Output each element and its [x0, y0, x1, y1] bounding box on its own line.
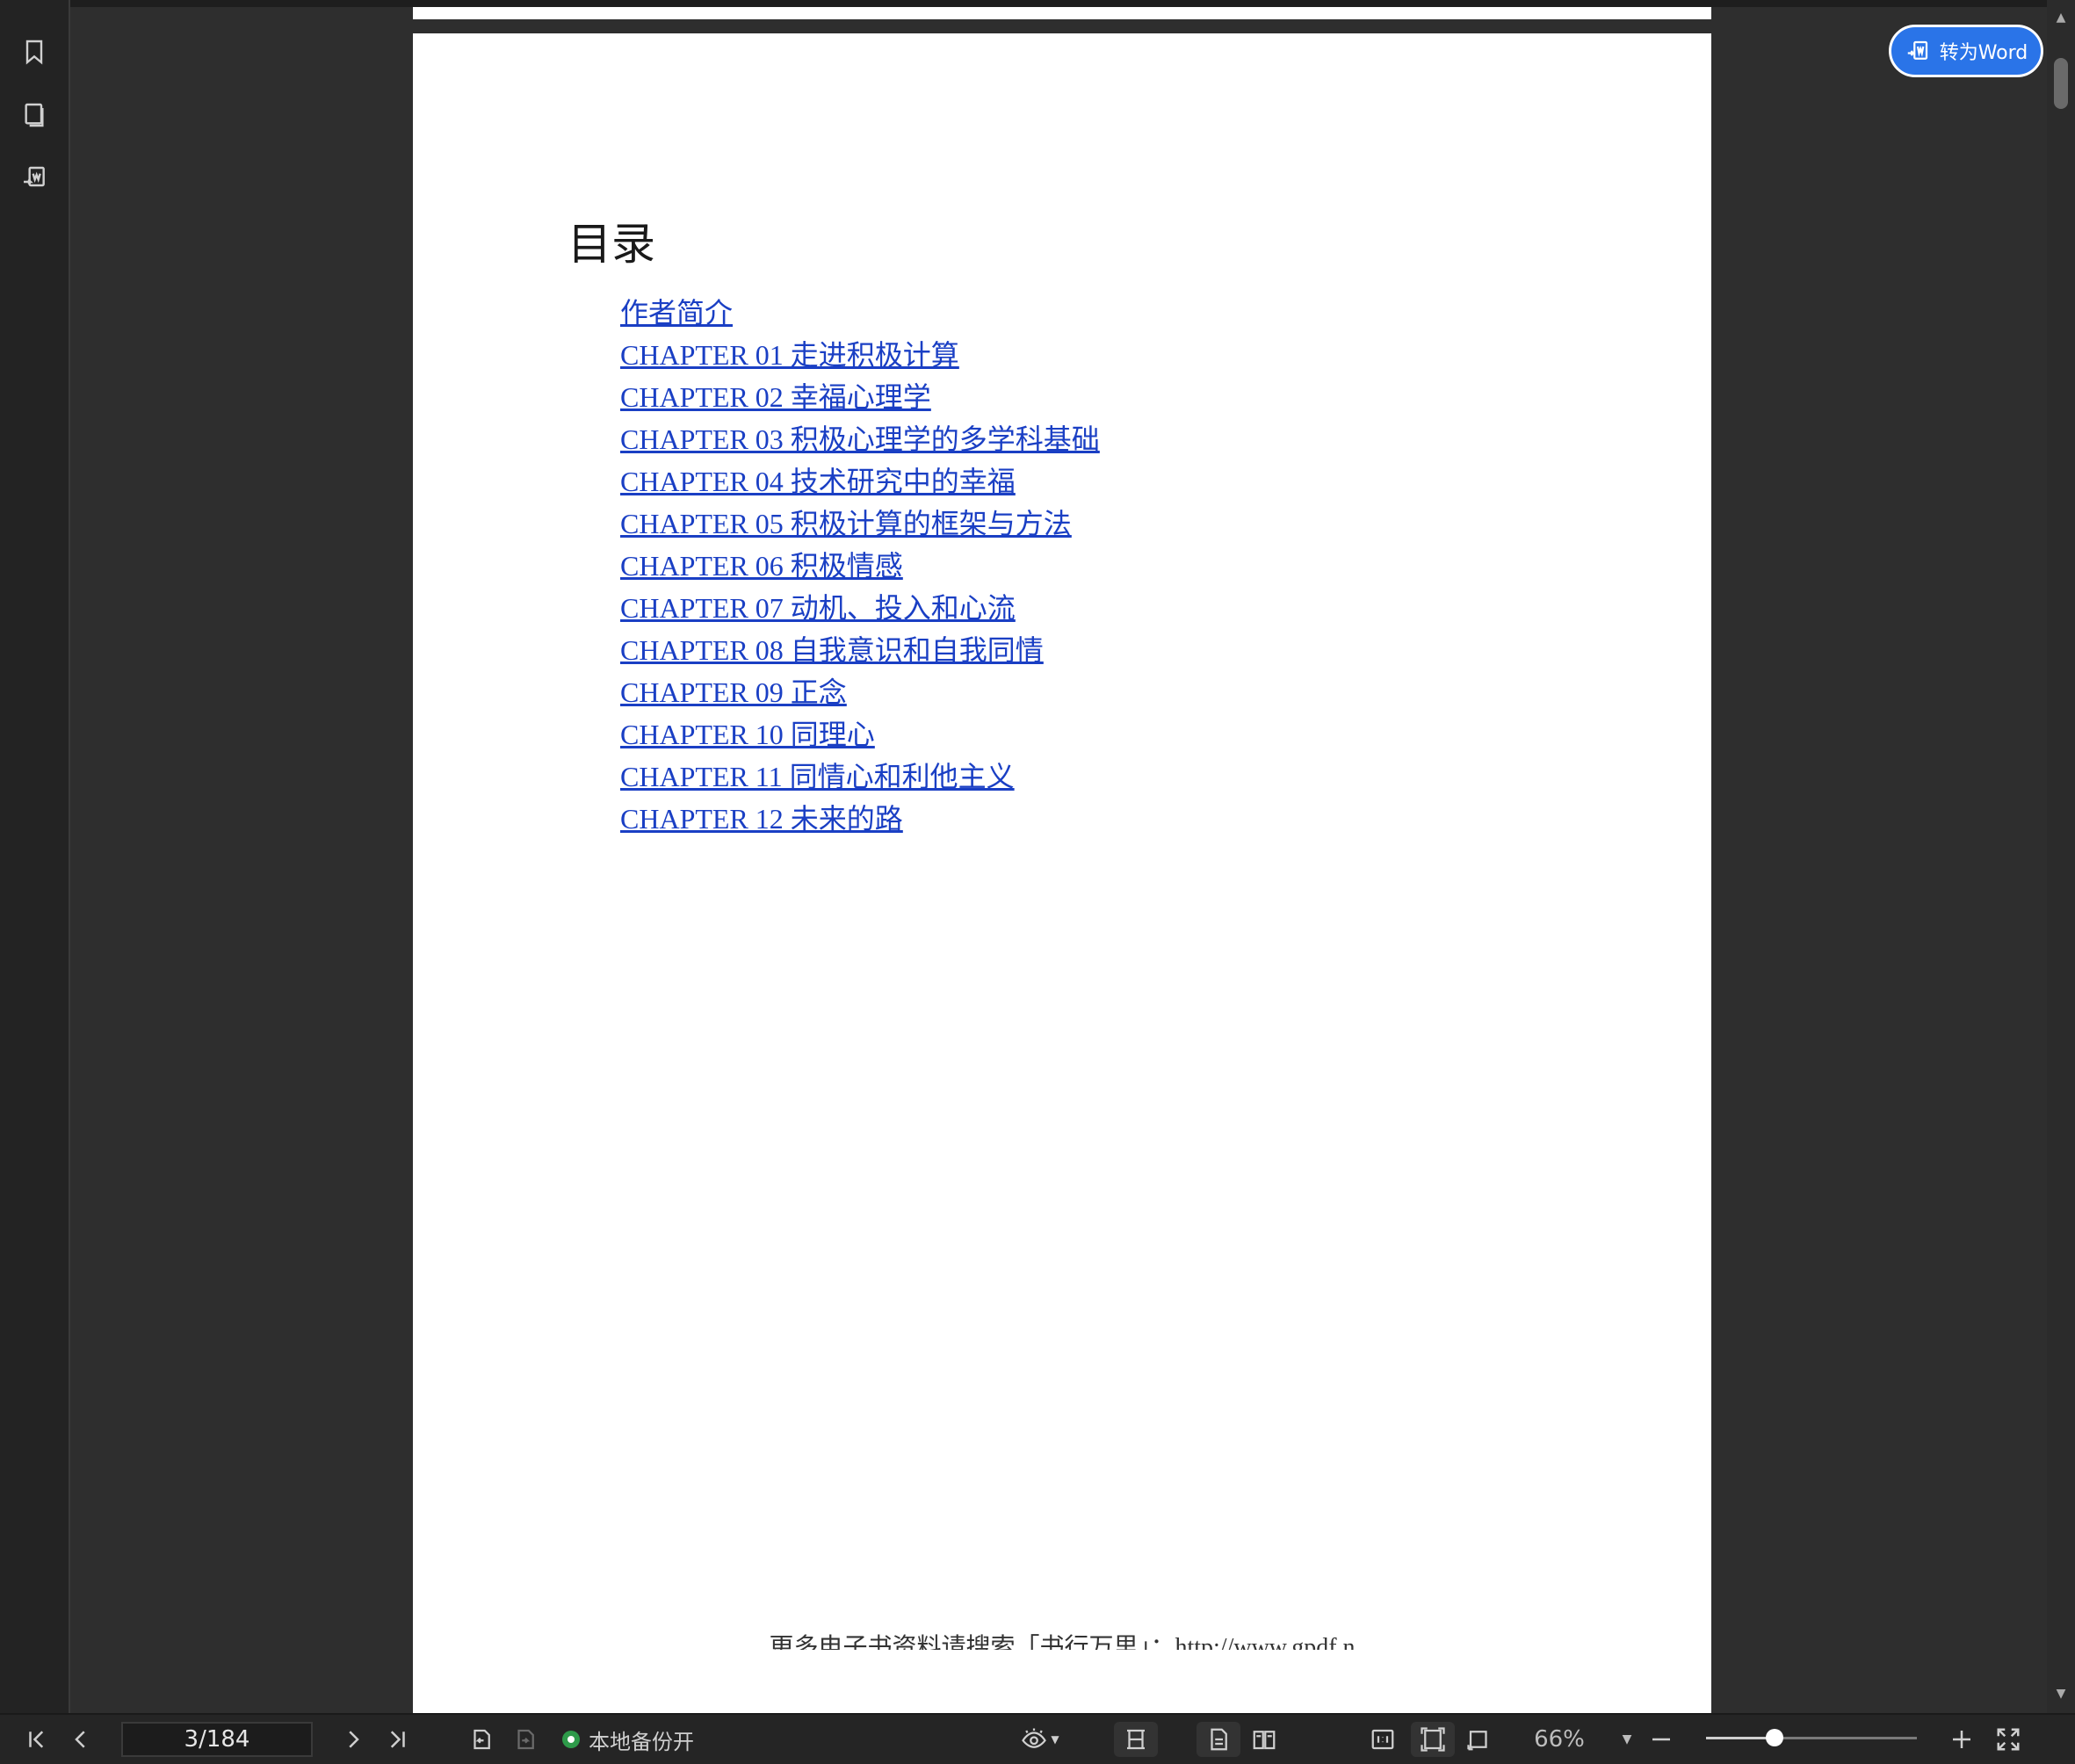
- actual-size-icon: [1371, 1729, 1394, 1750]
- convert-to-word-label: 转为Word: [1939, 42, 2028, 64]
- next-page-button[interactable]: [336, 1722, 371, 1757]
- toc-link-chapter-10[interactable]: CHAPTER 10 同理心: [620, 713, 1100, 755]
- bookmark-icon: [25, 40, 43, 65]
- toc-link-chapter-12[interactable]: CHAPTER 12 未来的路: [620, 798, 1100, 840]
- fit-width-icon: [1467, 1731, 1487, 1751]
- toc-link-chapter-11[interactable]: CHAPTER 11 同情心和利他主义: [620, 755, 1100, 798]
- double-page-button[interactable]: [1242, 1722, 1286, 1757]
- page-footer: 更多电子书资料请搜索「书行万里」：http://www.gpdf.n: [769, 1634, 1356, 1650]
- convert-to-word-button[interactable]: 转为Word: [1889, 25, 2043, 77]
- zoom-in-button[interactable]: [1947, 1722, 1977, 1757]
- zoom-level-label[interactable]: 66%: [1529, 1722, 1590, 1757]
- fullscreen-icon: [1997, 1728, 2020, 1751]
- zoom-slider-handle[interactable]: [1766, 1729, 1783, 1746]
- local-backup-status[interactable]: 本地备份开: [562, 1722, 694, 1757]
- scroll-down-arrow-icon[interactable]: ▼: [2054, 1687, 2068, 1701]
- toc-list: 作者简介 CHAPTER 01 走进积极计算 CHAPTER 02 幸福心理学 …: [620, 292, 1100, 840]
- single-page-icon: [1211, 1728, 1227, 1751]
- toc-link-chapter-05[interactable]: CHAPTER 05 积极计算的框架与方法: [620, 502, 1100, 545]
- toc-link-chapter-08[interactable]: CHAPTER 08 自我意识和自我同情: [620, 629, 1100, 671]
- thumbnails-icon: [25, 103, 44, 127]
- forward-view-icon: [517, 1729, 534, 1750]
- convert-doc-icon: [24, 166, 45, 187]
- bookmark-button[interactable]: [12, 30, 56, 74]
- fullscreen-button[interactable]: [1991, 1722, 2026, 1757]
- word-convert-icon: [1907, 40, 1927, 60]
- backup-label: 本地备份开: [589, 1729, 694, 1754]
- last-page-button[interactable]: [380, 1722, 415, 1757]
- toc-link-chapter-09[interactable]: CHAPTER 09 正念: [620, 671, 1100, 713]
- forward-view-button[interactable]: [508, 1722, 543, 1757]
- actual-size-button[interactable]: [1363, 1722, 1402, 1757]
- eye-icon: [1022, 1728, 1047, 1748]
- vertical-scrollbar[interactable]: ▲ ▼: [2047, 0, 2075, 1713]
- zoom-dropdown-chevron-icon[interactable]: ▼: [1616, 1722, 1638, 1757]
- zoom-out-button[interactable]: [1648, 1722, 1674, 1757]
- toc-link-chapter-03[interactable]: CHAPTER 03 积极心理学的多学科基础: [620, 418, 1100, 460]
- minus-icon: [1652, 1738, 1670, 1741]
- document-page: 目录 作者简介 CHAPTER 01 走进积极计算 CHAPTER 02 幸福心…: [413, 33, 1711, 1713]
- chevron-left-icon: [75, 1731, 85, 1748]
- viewer-top-edge: [70, 0, 2047, 7]
- page-number-input[interactable]: 3/184: [121, 1722, 313, 1757]
- convert-doc-button[interactable]: [12, 156, 56, 200]
- previous-page-edge: [413, 7, 1711, 19]
- toc-link-author-intro[interactable]: 作者简介: [620, 292, 1100, 334]
- back-view-icon: [474, 1729, 490, 1750]
- backup-status-dot-icon: [562, 1731, 580, 1748]
- first-page-button[interactable]: [19, 1722, 54, 1757]
- fit-page-icon: [1421, 1727, 1445, 1752]
- toc-title: 目录: [568, 219, 655, 270]
- eye-protection-button[interactable]: ▼: [1016, 1722, 1065, 1757]
- last-page-icon: [390, 1731, 405, 1748]
- toc-link-chapter-04[interactable]: CHAPTER 04 技术研究中的幸福: [620, 460, 1100, 502]
- continuous-scroll-icon: [1127, 1729, 1145, 1750]
- chevron-right-icon: [349, 1731, 359, 1748]
- left-sidebar: [0, 0, 70, 1713]
- back-view-button[interactable]: [464, 1722, 499, 1757]
- fit-width-button[interactable]: [1460, 1722, 1499, 1757]
- plus-icon: [1953, 1731, 1970, 1748]
- thumbnails-button[interactable]: [12, 93, 56, 137]
- scroll-thumb[interactable]: [2054, 58, 2068, 109]
- single-page-button[interactable]: [1197, 1722, 1240, 1757]
- toc-link-chapter-01[interactable]: CHAPTER 01 走进积极计算: [620, 334, 1100, 376]
- toc-link-chapter-02[interactable]: CHAPTER 02 幸福心理学: [620, 376, 1100, 418]
- document-viewer[interactable]: 目录 作者简介 CHAPTER 01 走进积极计算 CHAPTER 02 幸福心…: [70, 0, 2047, 1713]
- previous-page-button[interactable]: [63, 1722, 98, 1757]
- scroll-up-arrow-icon[interactable]: ▲: [2054, 11, 2068, 25]
- fit-page-button[interactable]: [1411, 1722, 1455, 1757]
- toc-link-chapter-06[interactable]: CHAPTER 06 积极情感: [620, 545, 1100, 587]
- first-page-icon: [29, 1731, 44, 1748]
- double-page-icon: [1253, 1731, 1276, 1750]
- chevron-down-icon: ▼: [1051, 1733, 1059, 1746]
- toc-link-chapter-07[interactable]: CHAPTER 07 动机、投入和心流: [620, 587, 1100, 629]
- continuous-scroll-button[interactable]: [1114, 1722, 1158, 1757]
